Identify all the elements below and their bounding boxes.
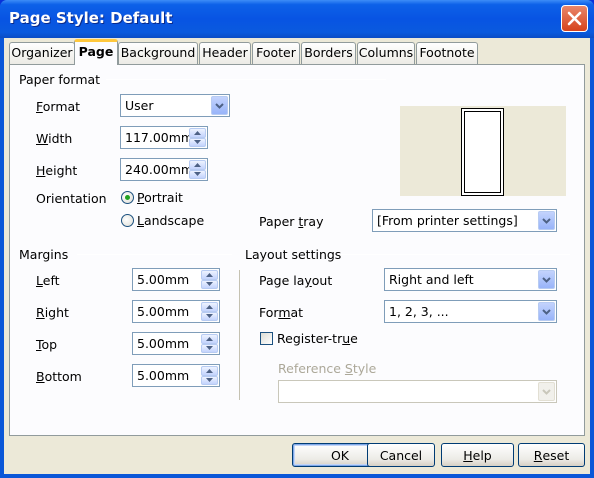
chevron-down-icon[interactable] xyxy=(538,270,555,289)
tab-background[interactable]: Background xyxy=(118,42,198,64)
tab-header[interactable]: Header xyxy=(199,42,251,64)
numbering-format-dropdown[interactable]: 1, 2, 3, ... xyxy=(384,300,557,323)
margins-separator xyxy=(77,254,232,255)
tab-columns[interactable]: Columns xyxy=(357,42,415,64)
title-bar[interactable]: Page Style: Default xyxy=(0,0,594,38)
page-preview xyxy=(400,106,566,196)
close-button[interactable] xyxy=(561,5,588,32)
page-layout-dropdown[interactable]: Right and left xyxy=(384,268,557,291)
spin-up-icon[interactable] xyxy=(201,366,218,376)
spin-down-icon[interactable] xyxy=(189,137,206,147)
spin-up-icon[interactable] xyxy=(189,128,206,138)
page-preview-sheet xyxy=(461,108,504,196)
spin-down-icon[interactable] xyxy=(201,279,218,289)
page-layout-value: Right and left xyxy=(389,272,474,287)
numbering-format-value: 1, 2, 3, ... xyxy=(389,304,449,319)
margin-bottom-spinbox[interactable]: 5.00mm xyxy=(132,364,220,387)
chevron-down-icon[interactable] xyxy=(211,96,228,115)
margin-left-spinbox[interactable]: 5.00mm xyxy=(132,268,220,291)
spin-down-icon[interactable] xyxy=(201,375,218,385)
tab-page[interactable]: Page xyxy=(74,39,118,65)
paper-tray-dropdown[interactable]: [From printer settings] xyxy=(372,209,557,232)
cancel-button[interactable]: Cancel xyxy=(367,443,435,467)
margin-top-value: 5.00mm xyxy=(137,336,190,351)
paper-tray-value: [From printer settings] xyxy=(377,213,518,228)
tab-footnote[interactable]: Footnote xyxy=(416,42,478,64)
width-label: Width xyxy=(36,131,73,146)
window-title: Page Style: Default xyxy=(9,9,173,27)
height-spin-buttons[interactable] xyxy=(189,160,206,179)
width-spin-buttons[interactable] xyxy=(189,128,206,147)
margin-bottom-spin-buttons[interactable] xyxy=(201,366,218,385)
format-value: User xyxy=(125,98,154,113)
margin-top-spinbox[interactable]: 5.00mm xyxy=(132,332,220,355)
page-preview-margins xyxy=(464,111,501,193)
margin-right-value: 5.00mm xyxy=(137,304,190,319)
width-value: 117.00mm xyxy=(125,130,194,145)
portrait-radio[interactable] xyxy=(121,191,134,204)
margin-top-spin-buttons[interactable] xyxy=(201,334,218,353)
reference-style-dropdown[interactable] xyxy=(278,380,557,403)
close-icon xyxy=(567,11,582,26)
page-layout-label: Page layout xyxy=(259,273,333,288)
format-dropdown[interactable]: User xyxy=(120,94,230,117)
tab-organizer[interactable]: Organizer xyxy=(9,42,75,64)
chevron-down-icon[interactable] xyxy=(538,302,555,321)
orientation-label: Orientation xyxy=(36,191,107,206)
margin-right-spinbox[interactable]: 5.00mm xyxy=(132,300,220,323)
spin-up-icon[interactable] xyxy=(201,302,218,312)
dialog-body: Organizer Page Background Header Footer … xyxy=(4,38,590,474)
height-spinbox[interactable]: 240.00mm xyxy=(120,158,208,181)
reset-button[interactable]: Reset xyxy=(518,443,585,467)
radio-selected-dot xyxy=(125,195,130,200)
margin-right-spin-buttons[interactable] xyxy=(201,302,218,321)
help-button[interactable]: Help xyxy=(441,443,514,467)
spin-up-icon[interactable] xyxy=(189,160,206,170)
spin-down-icon[interactable] xyxy=(201,343,218,353)
height-value: 240.00mm xyxy=(125,162,194,177)
margin-left-spin-buttons[interactable] xyxy=(201,270,218,289)
register-true-checkbox[interactable] xyxy=(260,332,273,345)
spin-up-icon[interactable] xyxy=(201,270,218,280)
height-label: Height xyxy=(36,163,78,178)
margin-left-value: 5.00mm xyxy=(137,272,190,287)
margin-bottom-value: 5.00mm xyxy=(137,368,190,383)
layout-settings-heading: Layout settings xyxy=(245,247,342,262)
margin-bottom-label: Bottom xyxy=(36,369,82,384)
margin-right-label: Right xyxy=(36,305,69,320)
margins-heading: Margins xyxy=(19,247,69,262)
chevron-down-icon[interactable] xyxy=(538,211,555,230)
numbering-format-label: Format xyxy=(259,305,304,320)
chevron-down-icon[interactable] xyxy=(538,382,555,401)
reference-style-label: Reference Style xyxy=(278,361,377,376)
spin-up-icon[interactable] xyxy=(201,334,218,344)
spin-down-icon[interactable] xyxy=(189,169,206,179)
portrait-label[interactable]: Portrait xyxy=(137,190,183,205)
tab-borders[interactable]: Borders xyxy=(301,42,356,64)
width-spinbox[interactable]: 117.00mm xyxy=(120,126,208,149)
tab-footer[interactable]: Footer xyxy=(252,42,300,64)
landscape-label[interactable]: Landscape xyxy=(137,213,204,228)
section-divider xyxy=(239,270,240,400)
margin-left-label: Left xyxy=(36,273,60,288)
layout-separator xyxy=(340,254,570,255)
page-tab-panel: Paper format Format User Width 117.00mm … xyxy=(9,64,585,436)
landscape-radio[interactable] xyxy=(121,214,134,227)
dialog-window: Page Style: Default Organizer Page Backg… xyxy=(0,0,594,478)
spin-down-icon[interactable] xyxy=(201,311,218,321)
register-true-label[interactable]: Register-true xyxy=(277,331,358,346)
margin-top-label: Top xyxy=(36,337,58,352)
paper-format-separator xyxy=(106,79,386,80)
format-label: Format xyxy=(36,99,81,114)
paper-tray-label: Paper tray xyxy=(259,214,324,229)
paper-format-heading: Paper format xyxy=(19,72,101,87)
